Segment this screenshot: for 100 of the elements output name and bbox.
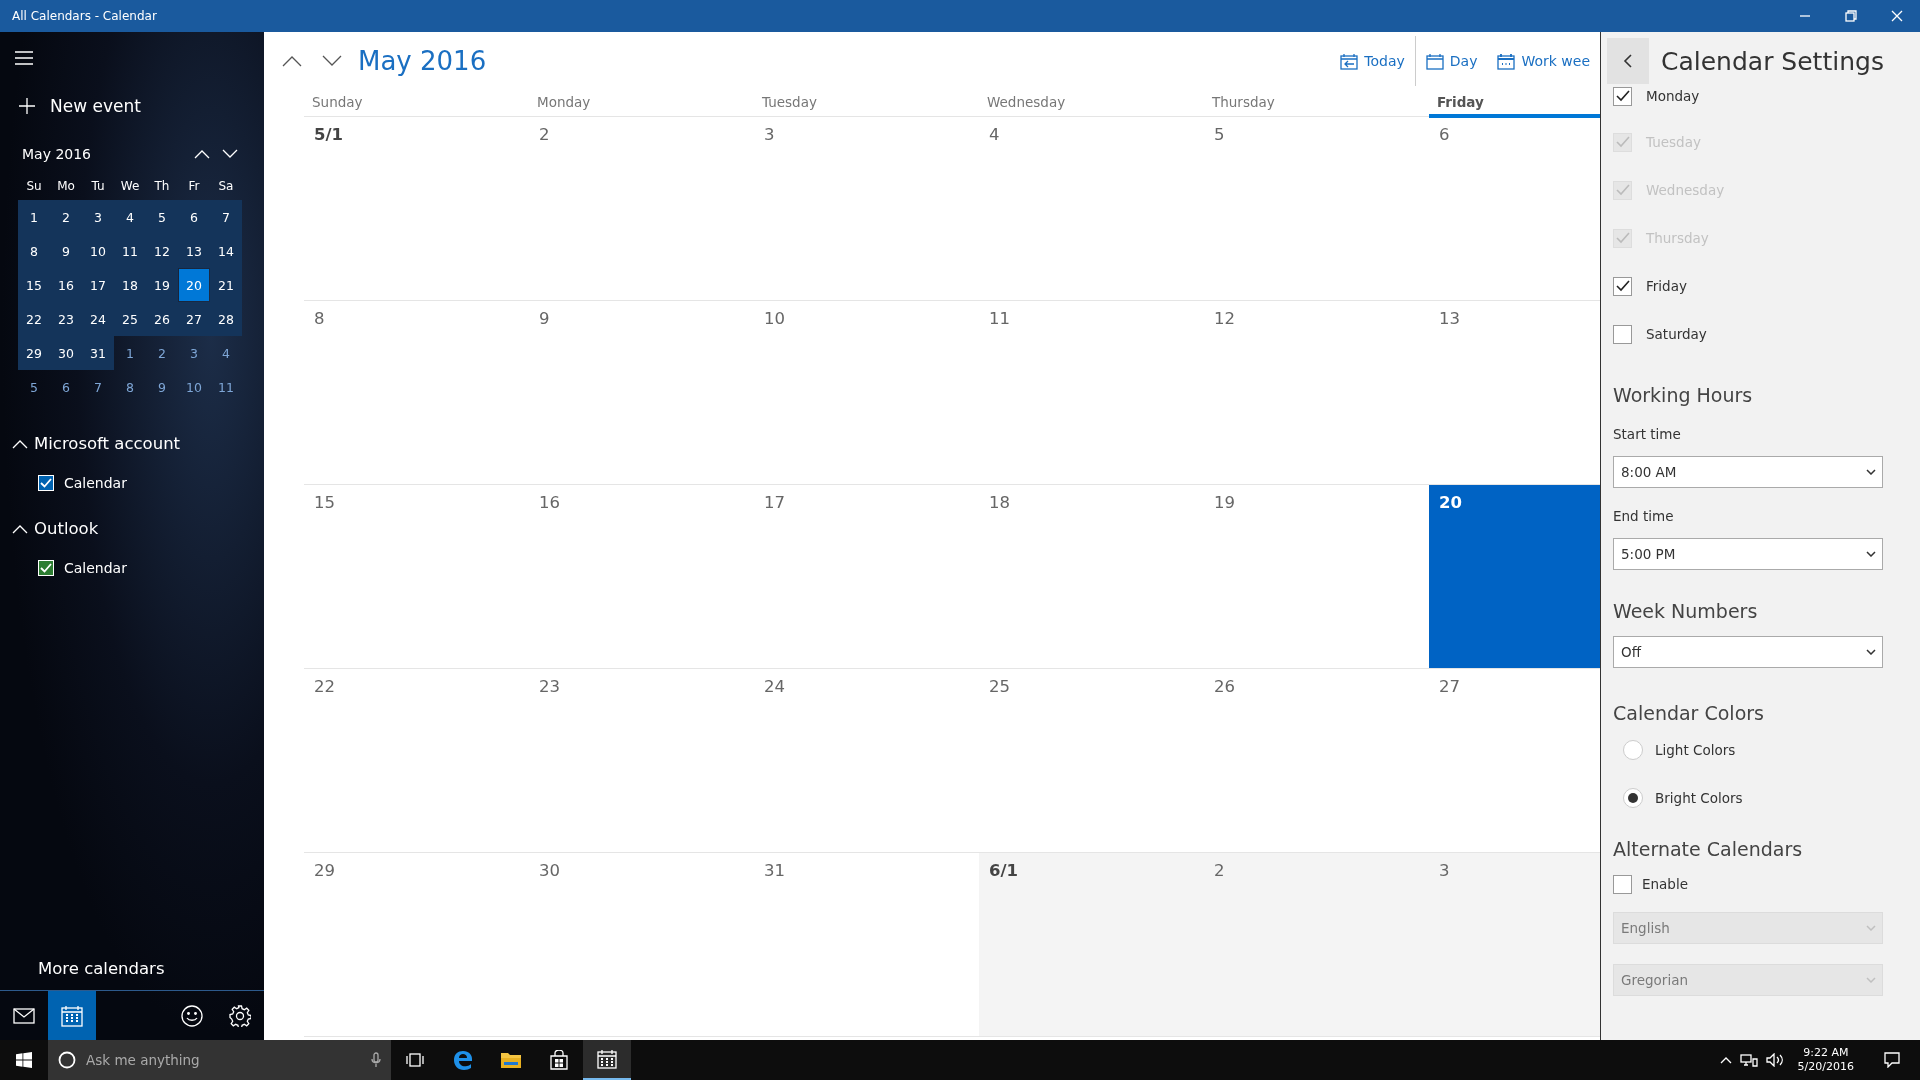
day-cell[interactable]: 15 [304, 485, 529, 669]
mini-calendar-day[interactable]: 22 [18, 302, 50, 336]
day-cell[interactable]: 23 [529, 669, 754, 853]
day-cell[interactable]: 3 [1429, 853, 1600, 1037]
calendar-checkbox[interactable] [38, 475, 54, 491]
collapse-icon [12, 438, 28, 449]
checkbox[interactable] [1613, 276, 1632, 296]
weekday-label: Tu [91, 179, 105, 193]
mini-calendar-day[interactable]: 25 [114, 302, 146, 336]
day-cell[interactable]: 5 [1204, 117, 1429, 301]
dropdown[interactable]: 8:00 AM [1613, 456, 1883, 488]
calendar-icon [597, 1049, 617, 1069]
checkbox[interactable] [1613, 86, 1632, 106]
day-cell[interactable]: 22 [304, 669, 529, 853]
mini-calendar-day[interactable]: 12 [146, 234, 178, 268]
day-cell[interactable]: 4 [979, 117, 1204, 301]
account-header[interactable]: Microsoft account [12, 434, 181, 453]
mini-calendar-day[interactable]: 3 [82, 200, 114, 234]
checkbox[interactable] [1613, 874, 1632, 894]
mini-calendar-day[interactable]: 4 [210, 336, 242, 370]
mini-calendar-day[interactable]: 5 [146, 200, 178, 234]
mini-calendar-day[interactable]: 31 [82, 336, 114, 370]
chevron-up-icon[interactable] [1719, 1056, 1732, 1064]
mini-calendar-day[interactable]: 10 [82, 234, 114, 268]
more-calendars-link[interactable]: More calendars [38, 959, 165, 978]
day-cell[interactable]: 18 [979, 485, 1204, 669]
day-cell[interactable]: 3 [754, 117, 979, 301]
mini-calendar-day[interactable]: 13 [178, 234, 210, 268]
mini-calendar-day[interactable]: 6 [50, 370, 82, 404]
day-cell[interactable]: 10 [754, 301, 979, 485]
calendar-button[interactable] [48, 991, 96, 1040]
day-cell[interactable]: 6/1 [979, 853, 1204, 1037]
mini-calendar-day[interactable]: 3 [178, 336, 210, 370]
calendar-icon [1497, 52, 1516, 70]
mini-calendar-day[interactable]: 24 [82, 302, 114, 336]
mini-calendar-day[interactable]: 7 [210, 200, 242, 234]
mini-calendar-day[interactable]: 5 [18, 370, 50, 404]
network-icon[interactable] [1739, 1053, 1758, 1067]
mini-calendar-day[interactable]: 1 [18, 200, 50, 234]
chevron-up-icon [194, 149, 210, 159]
calendar-checkbox[interactable] [38, 560, 54, 576]
day-cell[interactable]: 8 [304, 301, 529, 485]
mini-calendar-day[interactable]: 23 [50, 302, 82, 336]
mini-calendar-day[interactable]: 21 [210, 268, 242, 302]
calendar-app-button[interactable] [583, 1040, 631, 1080]
mini-calendar-day[interactable]: 20 [179, 269, 209, 301]
mini-calendar-day[interactable]: 9 [50, 234, 82, 268]
mini-calendar-day[interactable]: 11 [210, 370, 242, 404]
mini-calendar-day[interactable]: 28 [210, 302, 242, 336]
radio-button[interactable] [1623, 788, 1643, 808]
chevron-down-icon [322, 55, 342, 67]
mini-calendar-day[interactable]: 27 [178, 302, 210, 336]
day-cell[interactable]: 5/1 [304, 117, 529, 301]
mini-calendar-day[interactable]: 4 [114, 200, 146, 234]
radio-label: Bright Colors [1655, 790, 1743, 806]
day-number: 22 [314, 677, 335, 696]
day-cell[interactable]: 17 [754, 485, 979, 669]
day-view-button[interactable]: Day [1415, 38, 1488, 84]
day-cell[interactable]: 16 [529, 485, 754, 669]
mini-calendar-day[interactable]: 10 [178, 370, 210, 404]
day-cell[interactable]: 11 [979, 301, 1204, 485]
mini-calendar-day[interactable]: 2 [146, 336, 178, 370]
day-cell[interactable]: 24 [754, 669, 979, 853]
mini-calendar-day[interactable]: 26 [146, 302, 178, 336]
mini-calendar-day[interactable]: 30 [50, 336, 82, 370]
mini-calendar-day[interactable]: 8 [114, 370, 146, 404]
mini-calendar-day[interactable]: 6 [178, 200, 210, 234]
dropdown[interactable]: 5:00 PM [1613, 538, 1883, 570]
mini-calendar-day[interactable]: 8 [18, 234, 50, 268]
mini-calendar-day[interactable]: 18 [114, 268, 146, 302]
mini-calendar-day[interactable]: 17 [82, 268, 114, 302]
new-event-button[interactable]: New event [14, 92, 145, 120]
day-cell[interactable]: 9 [529, 301, 754, 485]
radio-button[interactable] [1623, 740, 1643, 760]
dropdown[interactable]: Off [1613, 636, 1883, 668]
mini-calendar-day[interactable]: 2 [50, 200, 82, 234]
today-view-button[interactable]: Today [1330, 38, 1415, 84]
volume-icon[interactable] [1765, 1053, 1784, 1067]
day-number: 11 [989, 309, 1010, 328]
day-cell[interactable]: 20 [1429, 485, 1600, 669]
day-cell[interactable]: 2 [1204, 853, 1429, 1037]
mini-calendar-day[interactable]: 29 [18, 336, 50, 370]
checkbox[interactable] [1613, 324, 1632, 344]
day-cell[interactable]: 2 [529, 117, 754, 301]
mini-calendar-day[interactable]: 16 [50, 268, 82, 302]
day-cell[interactable]: 12 [1204, 301, 1429, 485]
account-header[interactable]: Outlook [12, 519, 99, 538]
clock[interactable]: 9:22 AM 5/20/2016 [1791, 1046, 1860, 1074]
mini-calendar-day[interactable]: 9 [146, 370, 178, 404]
clock-time: 9:22 AM [1803, 1046, 1849, 1060]
mini-calendar-day[interactable]: 11 [114, 234, 146, 268]
workweek-view-button[interactable]: Work wee [1487, 38, 1600, 84]
day-cell[interactable]: 29 [304, 853, 529, 1037]
mini-calendar-day[interactable]: 19 [146, 268, 178, 302]
mini-calendar-day[interactable]: 1 [114, 336, 146, 370]
mini-calendar-day[interactable]: 14 [210, 234, 242, 268]
day-cell[interactable]: 30 [529, 853, 754, 1037]
mini-calendar-day[interactable]: 7 [82, 370, 114, 404]
mini-calendar-day[interactable]: 15 [18, 268, 50, 302]
search-field[interactable]: Ask me anything [48, 1040, 391, 1080]
